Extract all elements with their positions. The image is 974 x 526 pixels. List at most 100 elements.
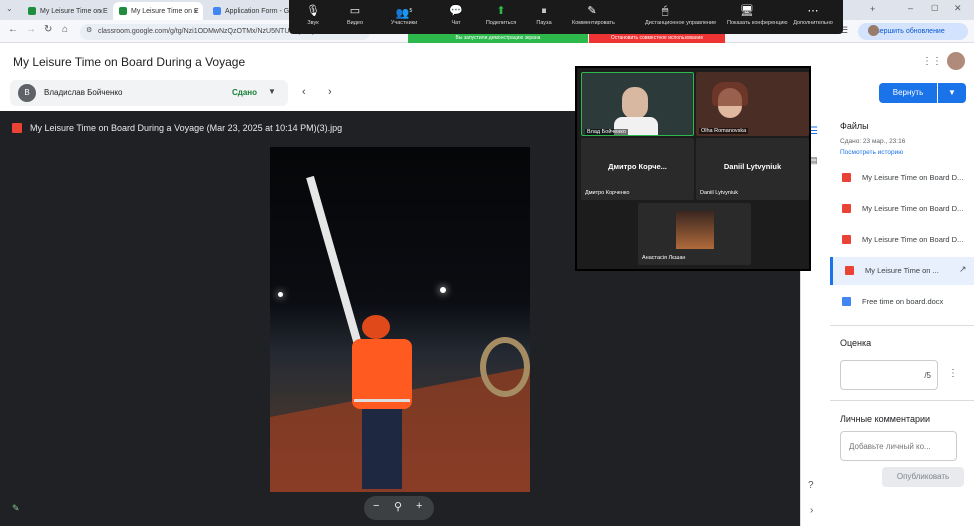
- participant-hair: [712, 82, 748, 106]
- file-list-item-selected[interactable]: My Leisure Time on ... ↗: [830, 257, 974, 285]
- submitted-timestamp: Сдано: 23 мар., 23:16: [840, 138, 906, 145]
- help-icon[interactable]: ?: [808, 480, 814, 491]
- zoom-audio-button[interactable]: 🎙 Звук: [293, 4, 333, 26]
- remote-control-icon: 🖱: [661, 5, 669, 17]
- zoom-annotate-button[interactable]: ✎ Комментировать: [572, 4, 615, 26]
- zoom-in-button[interactable]: +: [416, 500, 422, 512]
- browser-tab[interactable]: Application Form - G: [207, 2, 291, 20]
- publish-button[interactable]: Опубликовать: [882, 467, 964, 487]
- doc-file-icon: [842, 297, 851, 306]
- forward-icon[interactable]: →: [26, 24, 36, 35]
- chat-icon: 💬: [449, 5, 463, 17]
- grade-heading: Оценка: [840, 338, 872, 348]
- close-window-icon[interactable]: ✕: [954, 3, 962, 14]
- participant-face: [622, 87, 648, 119]
- zoom-participants-button[interactable]: 👥5 Участники: [384, 4, 424, 26]
- zoom-show-meeting-button[interactable]: 🖥 Показать конференцию: [727, 4, 788, 26]
- more-icon: ⋯: [807, 5, 819, 17]
- close-tab-icon[interactable]: ×: [193, 7, 198, 16]
- image-file-icon: [842, 173, 851, 182]
- close-tab-icon[interactable]: ×: [98, 7, 103, 16]
- photo-person-pants: [362, 409, 402, 489]
- zoom-video-button[interactable]: ▭ Видео: [335, 4, 375, 26]
- chevron-down-icon[interactable]: ▼: [268, 87, 276, 96]
- file-list-item[interactable]: My Leisure Time on Board D...: [830, 195, 974, 223]
- classroom-favicon-icon: [119, 7, 127, 15]
- image-file-icon: [842, 235, 851, 244]
- browser-tab[interactable]: My Leisure Time on E ×: [22, 2, 108, 20]
- tab-label: Application Form - G: [225, 7, 290, 15]
- private-comment-input[interactable]: Добавьте личный ко...: [840, 431, 957, 461]
- browser-tab-active[interactable]: My Leisure Time on E ×: [113, 2, 203, 20]
- zoom-share-button[interactable]: ⬆ Поделиться: [481, 4, 521, 26]
- zoom-pause-button[interactable]: ⏸ Пауза: [524, 4, 564, 26]
- zoom-out-button[interactable]: −: [373, 500, 379, 512]
- student-name: Владислав Бойченко: [44, 88, 123, 97]
- viewer-filename: My Leisure Time on Board During a Voyage…: [30, 123, 343, 133]
- open-in-new-icon[interactable]: ↗: [959, 264, 967, 275]
- site-info-icon[interactable]: ⚙: [86, 26, 92, 34]
- participant-label: Влад Бойченко: [585, 129, 628, 135]
- photo-person-head: [362, 315, 390, 339]
- divider: [830, 400, 974, 401]
- participant-label: Olha Romanovska: [699, 128, 749, 134]
- zoom-video-window[interactable]: Влад Бойченко Olha Romanovska Дмитро Кор…: [575, 66, 811, 271]
- maximize-icon[interactable]: ▢: [931, 3, 939, 12]
- new-tab-icon[interactable]: +: [870, 4, 875, 14]
- show-meeting-icon: 🖥: [740, 5, 754, 17]
- image-file-icon: [845, 266, 854, 275]
- participant-name-large: Дмитро Корче...: [608, 162, 667, 171]
- reload-icon[interactable]: ↻: [44, 24, 52, 35]
- page-title: My Leisure Time on Board During a Voyage: [13, 55, 246, 69]
- participant-label: Дмитро Корченко: [585, 190, 630, 196]
- microphone-icon: 🎙: [306, 5, 320, 17]
- image-file-icon: [12, 123, 22, 133]
- return-options-button[interactable]: ▼: [938, 83, 966, 103]
- participants-icon: 👥5: [395, 7, 413, 20]
- video-icon: ▭: [349, 5, 361, 17]
- photo-light: [440, 287, 446, 293]
- zoom-magnifier-icon[interactable]: ⚲: [394, 500, 402, 513]
- student-avatar: В: [18, 84, 36, 102]
- zoom-chat-button[interactable]: 💬 Чат: [436, 4, 476, 26]
- classroom-favicon-icon: [28, 7, 36, 15]
- participant-tile: Влад Бойченко: [581, 72, 694, 136]
- submitted-photo: [270, 147, 530, 492]
- participant-tile: Анастасія Лєшан: [638, 203, 751, 265]
- participant-tile: Дмитро Корче... Дмитро Корченко: [581, 138, 694, 200]
- screen-share-bar: Вы запустили демонстрацию экрана Останов…: [408, 34, 725, 43]
- annotate-icon: ✎: [587, 5, 597, 17]
- stop-share-button[interactable]: Остановить совместное использование: [589, 34, 725, 43]
- file-list-item[interactable]: My Leisure Time on Board D...: [830, 226, 974, 254]
- profile-avatar[interactable]: [868, 25, 879, 36]
- grade-input[interactable]: /5: [840, 360, 938, 390]
- divider: [830, 325, 974, 326]
- apps-grid-icon[interactable]: ⋮⋮: [922, 56, 942, 67]
- forms-favicon-icon: [213, 7, 221, 15]
- zoom-more-button[interactable]: ⋯ Дополнительно: [793, 4, 833, 26]
- edit-icon[interactable]: ✎: [12, 503, 20, 514]
- tab-search-icon[interactable]: ⌄: [6, 4, 13, 13]
- share-icon: ⬆: [496, 5, 506, 17]
- collapse-panel-icon[interactable]: ›: [810, 505, 813, 516]
- zoom-controls: − ⚲ +: [364, 496, 434, 520]
- previous-student-icon[interactable]: ‹: [302, 86, 306, 98]
- next-student-icon[interactable]: ›: [328, 86, 332, 98]
- minimize-icon[interactable]: –: [908, 3, 913, 13]
- file-list-item[interactable]: My Leisure Time on Board D...: [830, 164, 974, 192]
- image-file-icon: [842, 204, 851, 213]
- home-icon[interactable]: ⌂: [62, 24, 68, 35]
- grade-more-icon[interactable]: ⋮: [948, 368, 958, 379]
- zoom-remote-control-button[interactable]: 🖱 Дистанционное управление: [645, 4, 716, 26]
- view-history-link[interactable]: Посмотреть историю: [840, 149, 903, 156]
- share-notice: Вы запустили демонстрацию экрана: [408, 34, 588, 43]
- account-avatar[interactable]: [947, 52, 965, 70]
- back-icon[interactable]: ←: [8, 24, 18, 35]
- tab-label: My Leisure Time on E: [131, 7, 199, 15]
- files-heading: Файлы: [840, 121, 869, 131]
- file-list-item[interactable]: Free time on board.docx: [830, 288, 974, 316]
- return-button[interactable]: Вернуть: [879, 83, 937, 103]
- participant-name-large: Daniil Lytvyniuk: [723, 162, 782, 171]
- participant-photo: [676, 211, 714, 249]
- photo-reflective-stripe: [354, 399, 410, 402]
